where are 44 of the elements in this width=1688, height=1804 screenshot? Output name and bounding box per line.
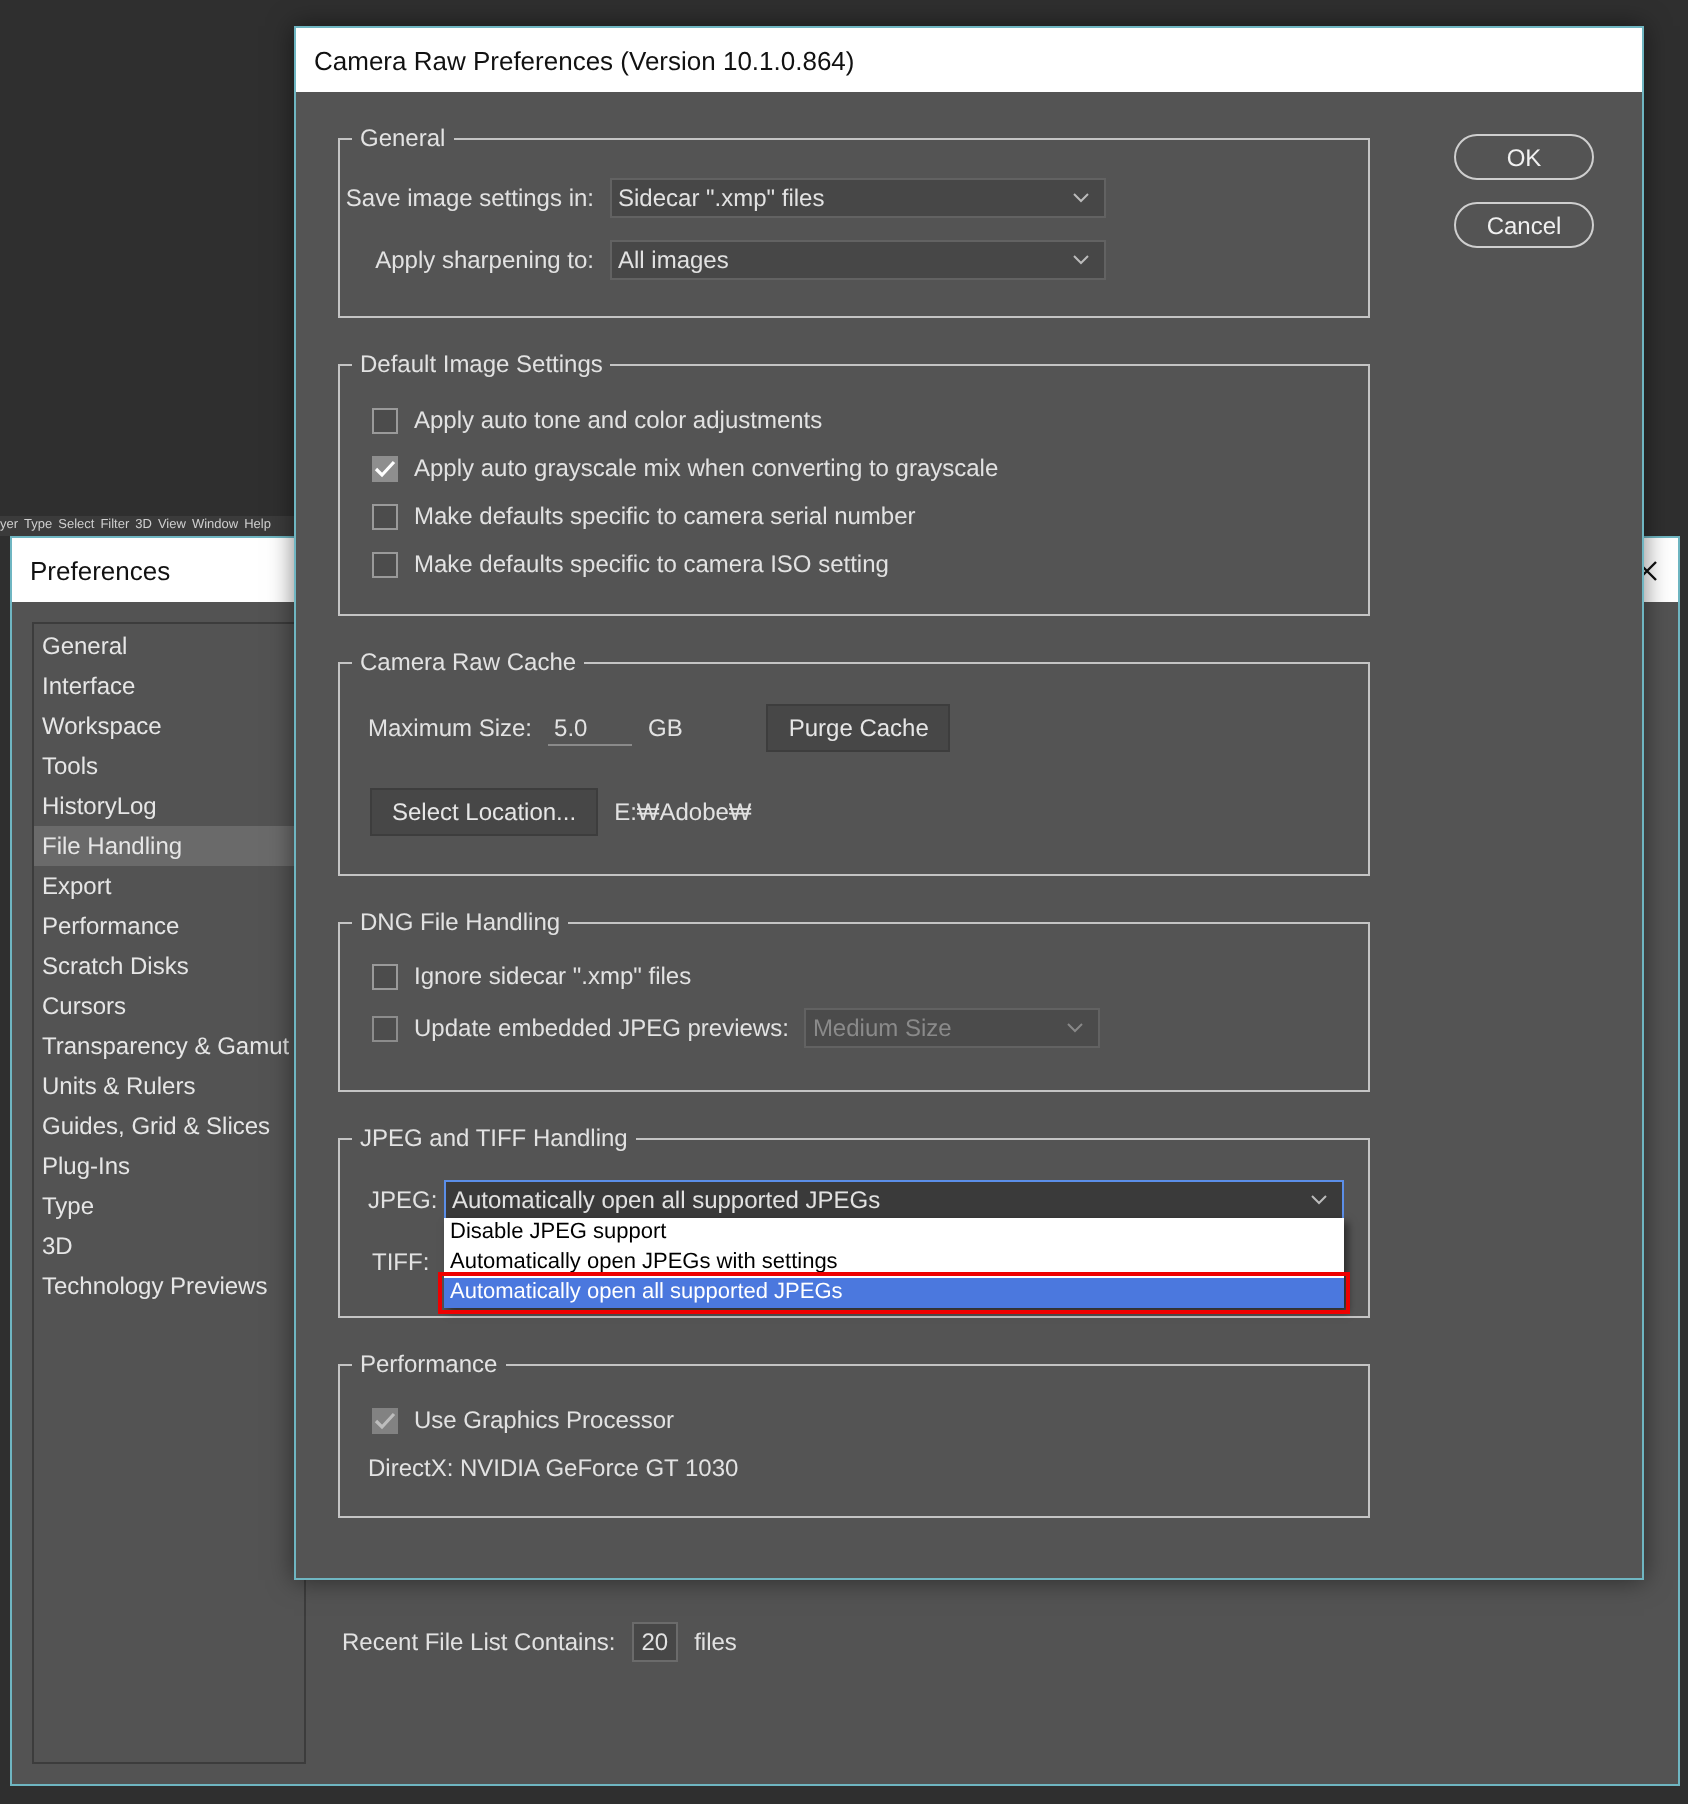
checkbox-label: Apply auto tone and color adjustments [414, 406, 823, 434]
dialog-button[interactable]: Cancel [1454, 202, 1594, 248]
checkbox-label: Make defaults specific to camera ISO setting [414, 550, 889, 578]
dropdown-option[interactable]: Disable JPEG support [444, 1218, 1344, 1248]
checkbox[interactable] [372, 503, 398, 529]
group-title: Camera Raw Cache [352, 648, 585, 676]
dropdown[interactable]: Sidecar ".xmp" files [610, 178, 1106, 218]
field-label: Save image settings in: [343, 184, 594, 212]
group-title: JPEG and TIFF Handling [352, 1124, 636, 1152]
group-title: General [352, 124, 454, 152]
chevron-icon [1066, 1022, 1085, 1034]
chevron-icon [1072, 254, 1090, 266]
group-title: Performance [352, 1350, 506, 1378]
dropdown-option[interactable]: Automatically open all supported JPEGs [444, 1278, 1344, 1308]
cache-path: E:₩Adobe₩ [614, 798, 752, 826]
checkbox-label: Update embedded JPEG previews: [414, 1014, 789, 1042]
select-location-button[interactable]: Select Location... [370, 788, 599, 836]
checkbox-label: Apply auto grayscale mix when converting to grayscale [414, 454, 999, 482]
chevron-icon [1310, 1194, 1328, 1206]
checkbox[interactable] [372, 407, 398, 433]
checkbox-label: Make defaults specific to camera serial number [414, 502, 916, 530]
group-title: DNG File Handling [352, 908, 569, 936]
dropdown-option[interactable]: Automatically open JPEGs with settings [444, 1248, 1344, 1278]
field-label: Maximum Size: [368, 714, 533, 742]
checkbox[interactable] [372, 963, 398, 989]
checkbox[interactable] [372, 551, 398, 577]
window-title: Preferences [30, 555, 171, 585]
gpu-info: DirectX: NVIDIA GeForce GT 1030 [368, 1454, 739, 1482]
size-field[interactable]: 5.0 [548, 711, 633, 745]
field-label: Apply sharpening to: [373, 246, 594, 274]
number-field[interactable]: 20 [631, 1622, 679, 1662]
field-label: Recent File List Contains: [342, 1628, 616, 1656]
dropdown[interactable]: All images [610, 240, 1106, 280]
unit-label: files [694, 1628, 737, 1656]
dialog-button[interactable]: OK [1454, 134, 1594, 180]
checkbox[interactable] [372, 455, 398, 481]
window-title: Camera Raw Preferences (Version 10.1.0.864) [314, 45, 855, 75]
unit-label: GB [648, 714, 683, 742]
checkbox-label: Use Graphics Processor [414, 1406, 675, 1434]
checkbox-label: Ignore sidecar ".xmp" files [414, 962, 692, 990]
field-label: TIFF: [372, 1248, 430, 1276]
purge-cache-button[interactable]: Purge Cache [766, 704, 951, 752]
group-title: Default Image Settings [352, 350, 611, 378]
chevron-icon [1072, 192, 1090, 204]
